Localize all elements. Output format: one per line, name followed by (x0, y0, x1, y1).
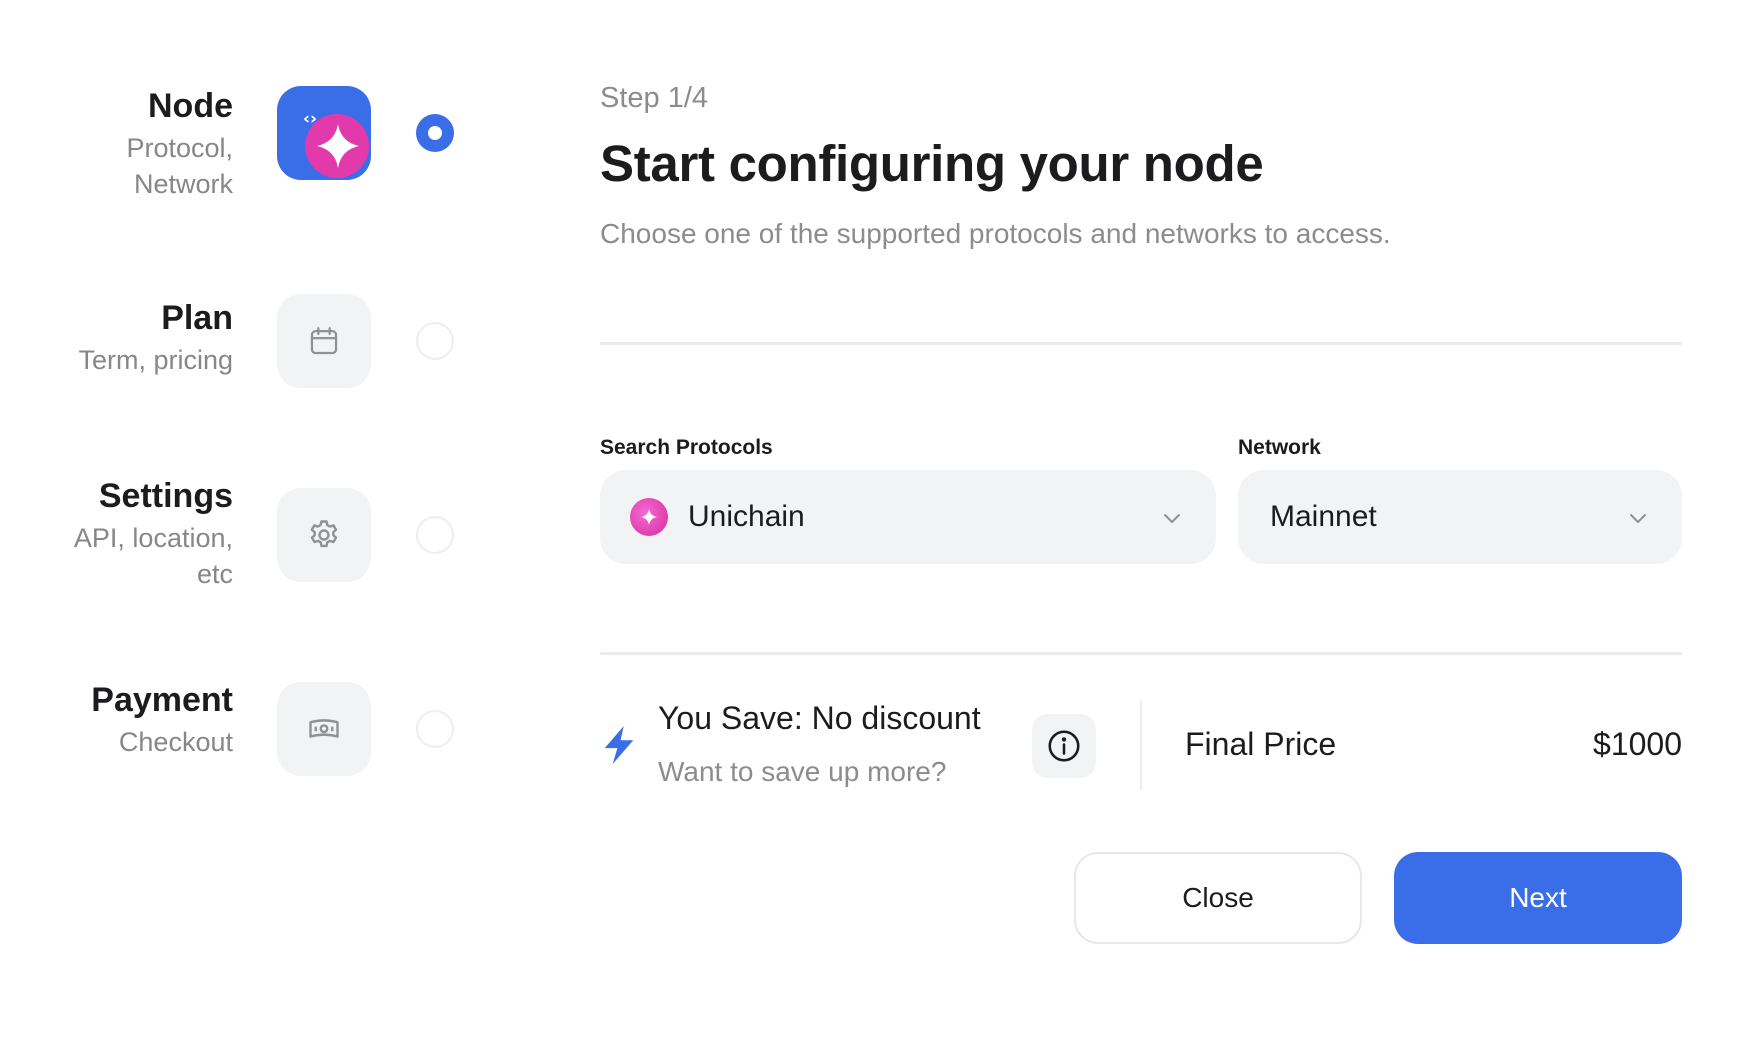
lightning-icon (604, 726, 634, 764)
divider (600, 342, 1682, 345)
network-select[interactable]: Mainnet (1238, 470, 1682, 564)
node-config-dialog: Node Protocol, Network ‹› Plan Term, pri… (0, 0, 1764, 1046)
unichain-icon (630, 498, 668, 536)
step-subtitle: Term, pricing (78, 345, 233, 375)
page-title: Start configuring your node (600, 135, 1264, 192)
step-title: Node (148, 87, 233, 125)
divider (600, 652, 1682, 655)
close-button[interactable]: Close (1074, 852, 1362, 944)
network-value: Mainnet (1270, 500, 1377, 533)
savings-subtitle: Want to save up more? (658, 756, 947, 787)
step-plan-text: Plan Term, pricing (0, 298, 233, 378)
step-node-radio[interactable] (416, 114, 454, 152)
protocol-value: Unichain (688, 500, 805, 533)
step-subtitle: Protocol, Network (126, 133, 233, 199)
savings-title: You Save: No discount (658, 700, 981, 736)
step-counter: Step 1/4 (600, 82, 709, 114)
info-button[interactable] (1032, 714, 1096, 778)
chevron-down-icon (1630, 514, 1646, 523)
info-icon (1048, 730, 1080, 762)
step-payment-text: Payment Checkout (0, 680, 233, 760)
vertical-divider (1140, 700, 1142, 790)
gear-icon (277, 488, 371, 582)
money-icon (277, 682, 371, 776)
step-node-text: Node Protocol, Network (0, 86, 233, 202)
step-title: Plan (161, 299, 233, 337)
node-icon: ‹› (277, 86, 371, 180)
savings-row: You Save: No discount Want to save up mo… (600, 690, 1682, 800)
next-button[interactable]: Next (1394, 852, 1682, 944)
page-description: Choose one of the supported protocols an… (600, 218, 1391, 249)
protocol-select[interactable]: Unichain (600, 470, 1216, 564)
step-subtitle: Checkout (118, 727, 233, 757)
step-settings-text: Settings API, location, etc (0, 476, 233, 592)
chevron-down-icon (1164, 514, 1180, 523)
protocol-label: Search Protocols (600, 436, 773, 459)
step-payment-radio[interactable] (416, 710, 454, 748)
step-title: Settings (98, 477, 233, 515)
final-price-label: Final Price (1185, 726, 1337, 762)
network-label: Network (1238, 436, 1321, 459)
step-subtitle: API, location, etc (73, 523, 233, 589)
final-price-value: $1000 (1593, 726, 1682, 762)
step-title: Payment (91, 681, 233, 719)
step-settings-radio[interactable] (416, 516, 454, 554)
calendar-icon (277, 294, 371, 388)
step-plan-radio[interactable] (416, 322, 454, 360)
